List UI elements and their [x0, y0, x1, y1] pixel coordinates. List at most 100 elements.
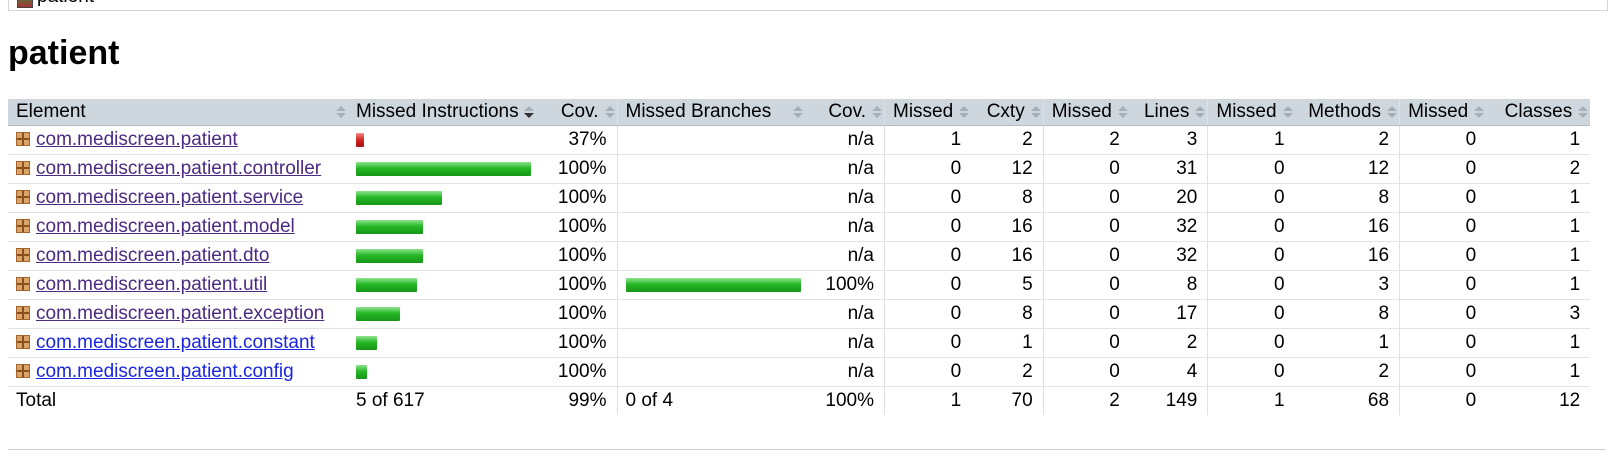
missed-instructions-bar: [356, 133, 364, 147]
element-cell: com.mediscreen.patient.exception: [8, 299, 348, 329]
missed-branches-cell: [616, 241, 805, 271]
cxty-cell: 1: [971, 328, 1044, 358]
total-cxty: 70: [1011, 390, 1033, 411]
total-label: Total: [16, 390, 57, 411]
covered-branches-bar: [625, 278, 801, 292]
sort-icon: [792, 106, 803, 118]
total-lines: 149: [1165, 390, 1198, 411]
sort-icon: [604, 106, 615, 118]
missed-instructions-cell: [348, 299, 536, 329]
branch-cov-cell: n/a: [804, 328, 885, 358]
missed-classes-cell: 0: [1399, 154, 1487, 184]
package-icon: [16, 161, 30, 175]
missed-cxty-cell: 0: [884, 241, 972, 271]
total-row: Total 5 of 617 99% 0 of 4 100% 1 70 2 14…: [8, 386, 1590, 415]
element-cell: com.mediscreen.patient.dto: [8, 241, 348, 271]
table-header-row: Element Missed Instructions Cov. Missed …: [8, 99, 1591, 126]
lines-cell: 32: [1129, 212, 1208, 242]
methods-cell: 16: [1294, 241, 1400, 271]
branch-cov-cell: n/a: [804, 299, 885, 329]
package-icon: [16, 248, 30, 262]
missed-methods-cell: 0: [1207, 212, 1295, 242]
sort-icon: [1387, 106, 1398, 118]
missed-lines-cell: 0: [1042, 241, 1130, 271]
missed-methods-cell: 0: [1207, 328, 1295, 358]
total-branches: 0 of 4: [616, 386, 805, 415]
package-link[interactable]: com.mediscreen.patient.exception: [36, 303, 324, 324]
cxty-cell: 16: [971, 212, 1044, 242]
missed-branches-cell: [616, 154, 805, 184]
footer-divider: [8, 449, 1606, 450]
methods-cell: 8: [1294, 299, 1400, 329]
classes-cell: 1: [1486, 270, 1591, 300]
cxty-cell: 12: [971, 154, 1044, 184]
header-missed-methods[interactable]: Missed: [1207, 99, 1295, 126]
covered-instructions-bar: [356, 307, 400, 321]
header-missed-cxty[interactable]: Missed: [884, 99, 972, 126]
missed-cxty-cell: 0: [884, 212, 972, 242]
package-icon: [16, 190, 30, 204]
classes-cell: 1: [1486, 357, 1591, 387]
element-cell: com.mediscreen.patient.constant: [8, 328, 348, 358]
header-missed-lines[interactable]: Missed: [1042, 99, 1130, 126]
header-cxty[interactable]: Cxty: [971, 99, 1044, 126]
table-row: com.mediscreen.patient.model 100% n/a 0 16 0 3…: [8, 212, 1591, 242]
cxty-cell: 8: [971, 183, 1044, 213]
total-missed-methods: 1: [1207, 386, 1295, 415]
package-link[interactable]: com.mediscreen.patient.dto: [36, 245, 269, 266]
header-classes[interactable]: Classes: [1486, 99, 1591, 126]
header-missed-branches[interactable]: Missed Branches: [616, 99, 805, 126]
header-instr-cov[interactable]: Cov.: [536, 99, 617, 126]
branch-cov-cell: n/a: [804, 357, 885, 387]
breadcrumb-item[interactable]: patient: [37, 0, 94, 6]
missed-classes-cell: 0: [1399, 212, 1487, 242]
header-missed-classes[interactable]: Missed: [1399, 99, 1487, 126]
element-cell: com.mediscreen.patient.controller: [8, 154, 348, 184]
header-methods[interactable]: Methods: [1294, 99, 1400, 126]
missed-classes-cell: 0: [1399, 183, 1487, 213]
missed-branches-cell: [616, 357, 805, 387]
package-link[interactable]: com.mediscreen.patient.config: [36, 361, 294, 382]
package-link[interactable]: com.mediscreen.patient: [36, 129, 238, 150]
instr-cov-cell: 37%: [536, 125, 617, 155]
table-row: com.mediscreen.patient.controller 100% n/a…: [8, 154, 1591, 184]
missed-classes-cell: 0: [1399, 299, 1487, 329]
branch-cov-cell: n/a: [804, 125, 885, 155]
branch-cov-cell: n/a: [804, 241, 885, 271]
header-missed-instructions[interactable]: Missed Instructions: [348, 99, 536, 126]
total-missed-classes: 0: [1399, 386, 1487, 415]
sort-icon: [872, 106, 882, 118]
table-row: com.mediscreen.patient 37% n/a 1 2 2 3 1 2 0 1: [8, 125, 1591, 155]
missed-instructions-cell: [348, 357, 536, 387]
branch-cov-cell: n/a: [804, 154, 885, 184]
package-link[interactable]: com.mediscreen.patient.constant: [36, 332, 315, 353]
methods-cell: 3: [1294, 270, 1400, 300]
package-link[interactable]: com.mediscreen.patient.controller: [36, 158, 321, 179]
methods-cell: 1: [1294, 328, 1400, 358]
sort-icon: [959, 106, 970, 118]
sort-icon: [336, 106, 346, 118]
header-element[interactable]: Element: [8, 99, 348, 126]
missed-cxty-cell: 0: [884, 183, 972, 213]
classes-cell: 1: [1486, 328, 1591, 358]
missed-lines-cell: 0: [1042, 154, 1130, 184]
missed-instructions-cell: [348, 183, 536, 213]
instr-cov-cell: 100%: [536, 212, 617, 242]
sort-icon: [1117, 106, 1128, 118]
instr-cov-cell: 100%: [536, 328, 617, 358]
header-lines[interactable]: Lines: [1129, 99, 1208, 126]
package-link[interactable]: com.mediscreen.patient.util: [36, 274, 267, 295]
missed-lines-cell: 0: [1042, 328, 1130, 358]
package-link[interactable]: com.mediscreen.patient.model: [36, 216, 295, 237]
classes-cell: 1: [1486, 125, 1591, 155]
header-branch-cov[interactable]: Cov.: [804, 99, 885, 126]
lines-cell: 8: [1129, 270, 1208, 300]
covered-instructions-bar: [356, 336, 377, 350]
missed-instructions-cell: [348, 328, 536, 358]
missed-cxty-cell: 1: [884, 125, 972, 155]
covered-instructions-bar: [356, 249, 423, 263]
total-instr-cov: 99%: [568, 390, 607, 411]
package-icon: [16, 277, 30, 291]
package-link[interactable]: com.mediscreen.patient.service: [36, 187, 303, 208]
methods-cell: 12: [1294, 154, 1400, 184]
